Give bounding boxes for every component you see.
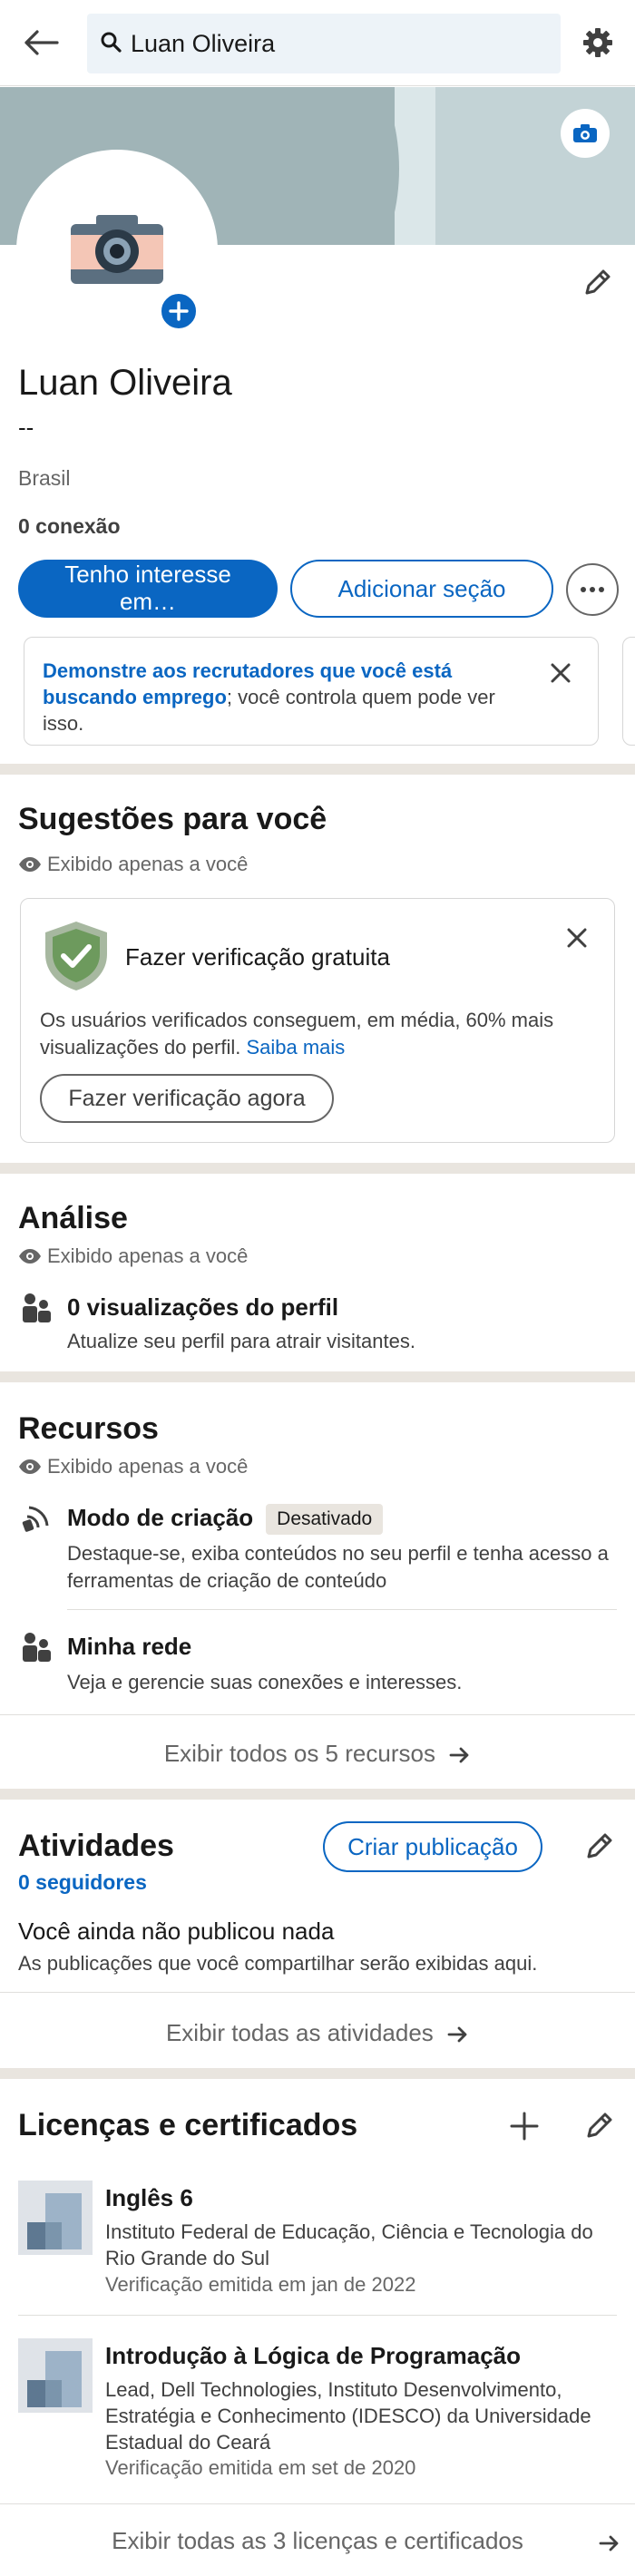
- certificate-date: Verificação emitida em jan de 2022: [105, 2273, 416, 2296]
- create-post-button[interactable]: Criar publicação: [323, 1821, 542, 1872]
- analytics-title: Análise: [18, 1201, 128, 1235]
- show-all-licenses-link[interactable]: Exibir todas as 3 licenças e certificado…: [0, 2527, 635, 2555]
- section-divider: [0, 1371, 635, 1382]
- profile-name: Luan Oliveira: [18, 363, 232, 403]
- edit-intro-pencil-icon[interactable]: [577, 263, 617, 303]
- profile-views-sub: Atualize seu perfil para atrair visitant…: [67, 1330, 415, 1352]
- row-divider: [0, 2503, 635, 2504]
- arrow-right-icon[interactable]: [590, 2523, 630, 2563]
- private-label: Exibido apenas a você: [18, 853, 248, 876]
- show-all-activity-link[interactable]: Exibir todas as atividades: [0, 2019, 635, 2047]
- my-network-sub: Veja e gerencie suas conexões e interess…: [67, 1671, 463, 1693]
- profile-views-link[interactable]: 0 visualizações do perfil: [67, 1293, 338, 1322]
- certificate-logo-icon: [18, 2181, 93, 2255]
- back-arrow-icon[interactable]: [20, 22, 62, 63]
- row-divider: [67, 1609, 617, 1610]
- search-icon: [100, 31, 122, 57]
- add-photo-plus-icon[interactable]: [159, 291, 199, 331]
- next-card-peek[interactable]: [622, 637, 635, 746]
- people-icon: [20, 1292, 56, 1328]
- no-posts-sub: As publicações que você compartilhar ser…: [18, 1952, 538, 1975]
- eye-icon: [19, 1459, 41, 1474]
- broadcast-icon: [20, 1502, 56, 1538]
- licenses-title: Licenças e certificados: [18, 2108, 358, 2142]
- no-posts-title: Você ainda não publicou nada: [18, 1917, 335, 1945]
- row-divider: [18, 2315, 617, 2316]
- row-divider: [0, 1714, 635, 1715]
- add-section-button[interactable]: Adicionar seção: [290, 560, 553, 618]
- profile-location: Brasil: [18, 466, 71, 490]
- certificate-issuer: Instituto Federal de Educação, Ciência e…: [105, 2220, 593, 2270]
- gear-icon[interactable]: [577, 22, 619, 63]
- learn-more-link[interactable]: Saiba mais: [246, 1036, 345, 1059]
- more-icon[interactable]: [566, 563, 619, 616]
- show-all-resources-link[interactable]: Exibir todos os 5 recursos: [0, 1740, 635, 1768]
- verification-title: Fazer verificação gratuita: [125, 943, 390, 971]
- cover-band: [435, 87, 635, 245]
- my-network-item[interactable]: Minha rede: [67, 1633, 191, 1661]
- open-to-work-card[interactable]: Demonstre aos recrutadores que você está…: [24, 637, 599, 746]
- resources-title: Recursos: [18, 1411, 159, 1446]
- eye-icon: [19, 857, 41, 872]
- activity-title: Atividades: [18, 1829, 174, 1863]
- status-badge: Desativado: [266, 1504, 384, 1536]
- section-divider: [0, 764, 635, 775]
- close-icon[interactable]: [559, 920, 595, 956]
- verification-text: Os usuários verificados conseguem, em mé…: [40, 1009, 554, 1059]
- search-value: Luan Oliveira: [131, 29, 276, 57]
- pencil-icon[interactable]: [579, 1827, 619, 1867]
- shield-check-icon: [42, 920, 111, 997]
- certificate-issuer: Lead, Dell Technologies, Instituto Desen…: [105, 2378, 591, 2454]
- private-label: Exibido apenas a você: [18, 1244, 248, 1268]
- creator-mode-sub: Destaque-se, exiba conteúdos no seu perf…: [67, 1542, 609, 1592]
- cover-arc: [227, 87, 399, 245]
- certificate-title[interactable]: Introdução à Lógica de Programação: [105, 2342, 521, 2370]
- camera-placeholder-icon: [71, 215, 163, 284]
- eye-icon: [19, 1249, 41, 1264]
- search-input[interactable]: Luan Oliveira: [87, 14, 561, 73]
- suggestions-title: Sugestões para você: [18, 802, 327, 836]
- arrow-right-icon: [449, 1747, 469, 1763]
- verify-now-button[interactable]: Fazer verificação agora: [40, 1074, 334, 1123]
- people-icon: [20, 1631, 56, 1667]
- camera-icon[interactable]: [561, 109, 610, 158]
- followers-count[interactable]: 0 seguidores: [18, 1870, 147, 1895]
- top-bar: Luan Oliveira: [0, 0, 635, 86]
- certificate-title[interactable]: Inglês 6: [105, 2184, 193, 2212]
- certificate-logo-icon: [18, 2338, 93, 2413]
- open-to-button[interactable]: Tenho interesse em…: [18, 560, 278, 618]
- section-divider: [0, 1163, 635, 1174]
- row-divider: [0, 1992, 635, 1993]
- certificate-date: Verificação emitida em set de 2020: [105, 2456, 416, 2479]
- profile-headline: --: [18, 414, 34, 441]
- section-divider: [0, 1789, 635, 1800]
- pencil-icon[interactable]: [579, 2106, 619, 2146]
- connections-count[interactable]: 0 conexão: [18, 514, 121, 539]
- private-label: Exibido apenas a você: [18, 1455, 248, 1478]
- close-icon[interactable]: [542, 655, 579, 691]
- section-divider: [0, 2068, 635, 2079]
- plus-icon[interactable]: [504, 2106, 544, 2146]
- creator-mode-item[interactable]: Modo de criação Desativado: [67, 1504, 384, 1536]
- cover-band: [395, 87, 435, 245]
- arrow-right-icon: [447, 2026, 467, 2043]
